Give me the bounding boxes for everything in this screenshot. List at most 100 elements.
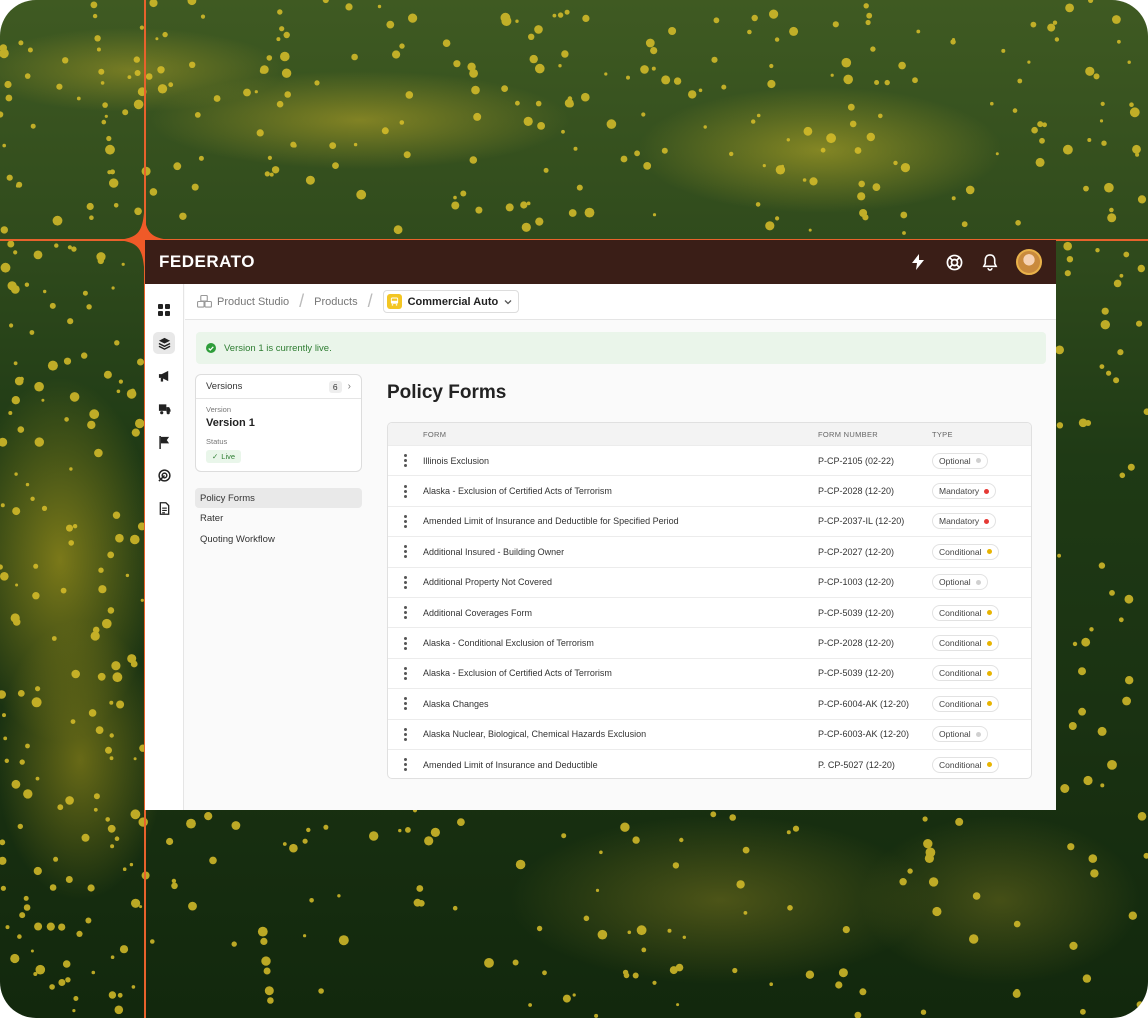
table-row[interactable]: Additional Coverages Form P-CP-5039 (12-2… — [388, 596, 1031, 627]
nav-item-quoting-workflow[interactable]: Quoting Workflow — [195, 529, 362, 549]
form-name: Alaska - Exclusion of Certified Acts of … — [423, 486, 612, 497]
type-status-dot — [984, 518, 990, 524]
column-header-type[interactable]: TYPE — [932, 430, 1031, 439]
more-vertical-icon[interactable] — [404, 514, 407, 528]
more-vertical-icon[interactable] — [404, 606, 407, 620]
more-vertical-icon[interactable] — [404, 758, 407, 772]
page-title: Policy Forms — [387, 382, 507, 403]
table-row[interactable]: Additional Property Not Covered P-CP-1003… — [388, 566, 1031, 597]
form-name: Additional Property Not Covered — [423, 577, 553, 588]
breadcrumb-product-studio[interactable]: Product Studio — [197, 295, 289, 308]
live-banner-text: Version 1 is currently live. — [224, 342, 332, 354]
more-vertical-icon[interactable] — [404, 636, 407, 650]
table-row[interactable]: Illinois Exclusion P-CP-2105 (02-22) Optio… — [388, 445, 1031, 475]
status-badge: ✓ Live — [206, 450, 242, 463]
table-header: FORM FORM NUMBER TYPE — [388, 423, 1031, 445]
type-badge: Conditional — [932, 756, 999, 773]
target-icon[interactable] — [153, 464, 175, 486]
sidebar — [145, 284, 184, 810]
table-row[interactable]: Alaska Changes P-CP-6004-AK (12-20) Condit… — [388, 688, 1031, 718]
federato-logo[interactable]: FEDERATO — [159, 252, 255, 272]
form-number: P-CP-6003-AK (12-20) — [818, 729, 910, 740]
versions-card: Versions 6 › Version Version 1 Status ✓ … — [195, 374, 362, 472]
form-number: P-CP-5039 (12-20) — [818, 668, 895, 679]
app-window: FEDERATO Product Studio / Products / Com… — [145, 240, 1056, 810]
nav-item-policy-forms[interactable]: Policy Forms — [195, 488, 362, 508]
type-label: Mandatory — [939, 486, 980, 497]
form-number: P-CP-5039 (12-20) — [818, 607, 895, 618]
bell-icon[interactable] — [980, 252, 1000, 272]
document-icon[interactable] — [153, 497, 175, 519]
status-text: Live — [221, 452, 236, 461]
lightning-icon[interactable] — [908, 252, 928, 272]
type-label: Mandatory — [939, 516, 980, 527]
table-row[interactable]: Alaska - Exclusion of Certified Acts of … — [388, 475, 1031, 505]
form-name: Amended Limit of Insurance and Deductibl… — [423, 759, 598, 770]
more-vertical-icon[interactable] — [404, 697, 407, 711]
type-status-dot — [986, 762, 992, 768]
product-selector[interactable]: Commercial Auto — [382, 290, 520, 313]
more-vertical-icon[interactable] — [404, 545, 407, 559]
section-nav: Policy Forms Rater Quoting Workflow — [195, 488, 362, 550]
more-vertical-icon[interactable] — [404, 727, 407, 741]
product-selector-label: Commercial Auto — [407, 295, 499, 308]
type-status-dot — [975, 731, 981, 737]
type-status-dot — [984, 488, 990, 494]
bus-icon — [386, 294, 402, 309]
type-status-dot — [975, 458, 981, 464]
layers-icon[interactable] — [153, 332, 175, 354]
form-name: Alaska Nuclear, Biological, Chemical Haz… — [423, 729, 647, 740]
chevron-down-icon — [504, 299, 512, 304]
table-row[interactable]: Alaska Nuclear, Biological, Chemical Haz… — [388, 718, 1031, 749]
type-badge: Optional — [932, 574, 988, 591]
type-label: Conditional — [939, 607, 982, 618]
table-row[interactable]: Amended Limit of Insurance and Deductibl… — [388, 505, 1031, 536]
type-badge: Conditional — [932, 635, 999, 652]
avatar[interactable] — [1016, 249, 1042, 275]
breadcrumb-products[interactable]: Products — [314, 296, 357, 308]
type-badge: Mandatory — [932, 483, 997, 500]
more-vertical-icon[interactable] — [404, 666, 407, 680]
column-header-form[interactable]: FORM — [423, 430, 818, 439]
form-number: P-CP-2027 (12-20) — [818, 546, 895, 557]
type-status-dot — [986, 640, 992, 646]
megaphone-icon[interactable] — [153, 365, 175, 387]
version-name: Version 1 — [206, 417, 255, 429]
blocks-icon — [197, 295, 212, 308]
versions-header[interactable]: Versions 6 › — [196, 375, 361, 399]
type-label: Optional — [939, 455, 971, 466]
type-badge: Optional — [932, 452, 988, 469]
form-number: P-CP-1003 (12-20) — [818, 577, 895, 588]
truck-icon[interactable] — [153, 398, 175, 420]
more-vertical-icon[interactable] — [404, 454, 407, 468]
policy-forms-table: FORM FORM NUMBER TYPE Illinois Exclusion… — [387, 422, 1032, 779]
form-number: P-CP-6004-AK (12-20) — [818, 698, 910, 709]
type-badge: Conditional — [932, 665, 999, 682]
table-row[interactable]: Additional Insured - Building Owner P-CP-… — [388, 536, 1031, 566]
type-status-dot — [986, 670, 992, 676]
form-name: Illinois Exclusion — [423, 455, 490, 466]
more-vertical-icon[interactable] — [404, 575, 407, 589]
more-vertical-icon[interactable] — [404, 484, 407, 498]
table-row[interactable]: Amended Limit of Insurance and Deductibl… — [388, 748, 1031, 778]
nav-item-rater[interactable]: Rater — [195, 509, 362, 529]
type-label: Conditional — [939, 546, 982, 557]
versions-count: 6 — [328, 380, 342, 393]
form-name: Amended Limit of Insurance and Deductibl… — [423, 516, 679, 527]
column-header-form-number[interactable]: FORM NUMBER — [818, 430, 932, 439]
checkmark-icon: ✓ — [212, 452, 219, 461]
type-label: Conditional — [939, 759, 982, 770]
dashboard-icon[interactable] — [153, 299, 175, 321]
flag-icon[interactable] — [153, 431, 175, 453]
type-badge: Mandatory — [932, 513, 997, 530]
form-name: Additional Coverages Form — [423, 607, 533, 618]
status-label: Status — [206, 437, 228, 446]
table-row[interactable]: Alaska - Exclusion of Certified Acts of … — [388, 657, 1031, 688]
type-label: Conditional — [939, 698, 982, 709]
type-status-dot — [986, 701, 992, 707]
type-label: Optional — [939, 729, 971, 740]
type-badge: Conditional — [932, 695, 999, 712]
table-row[interactable]: Alaska - Conditional Exclusion of Terror… — [388, 627, 1031, 657]
lifebuoy-icon[interactable] — [944, 252, 964, 272]
form-name: Additional Insured - Building Owner — [423, 546, 565, 557]
